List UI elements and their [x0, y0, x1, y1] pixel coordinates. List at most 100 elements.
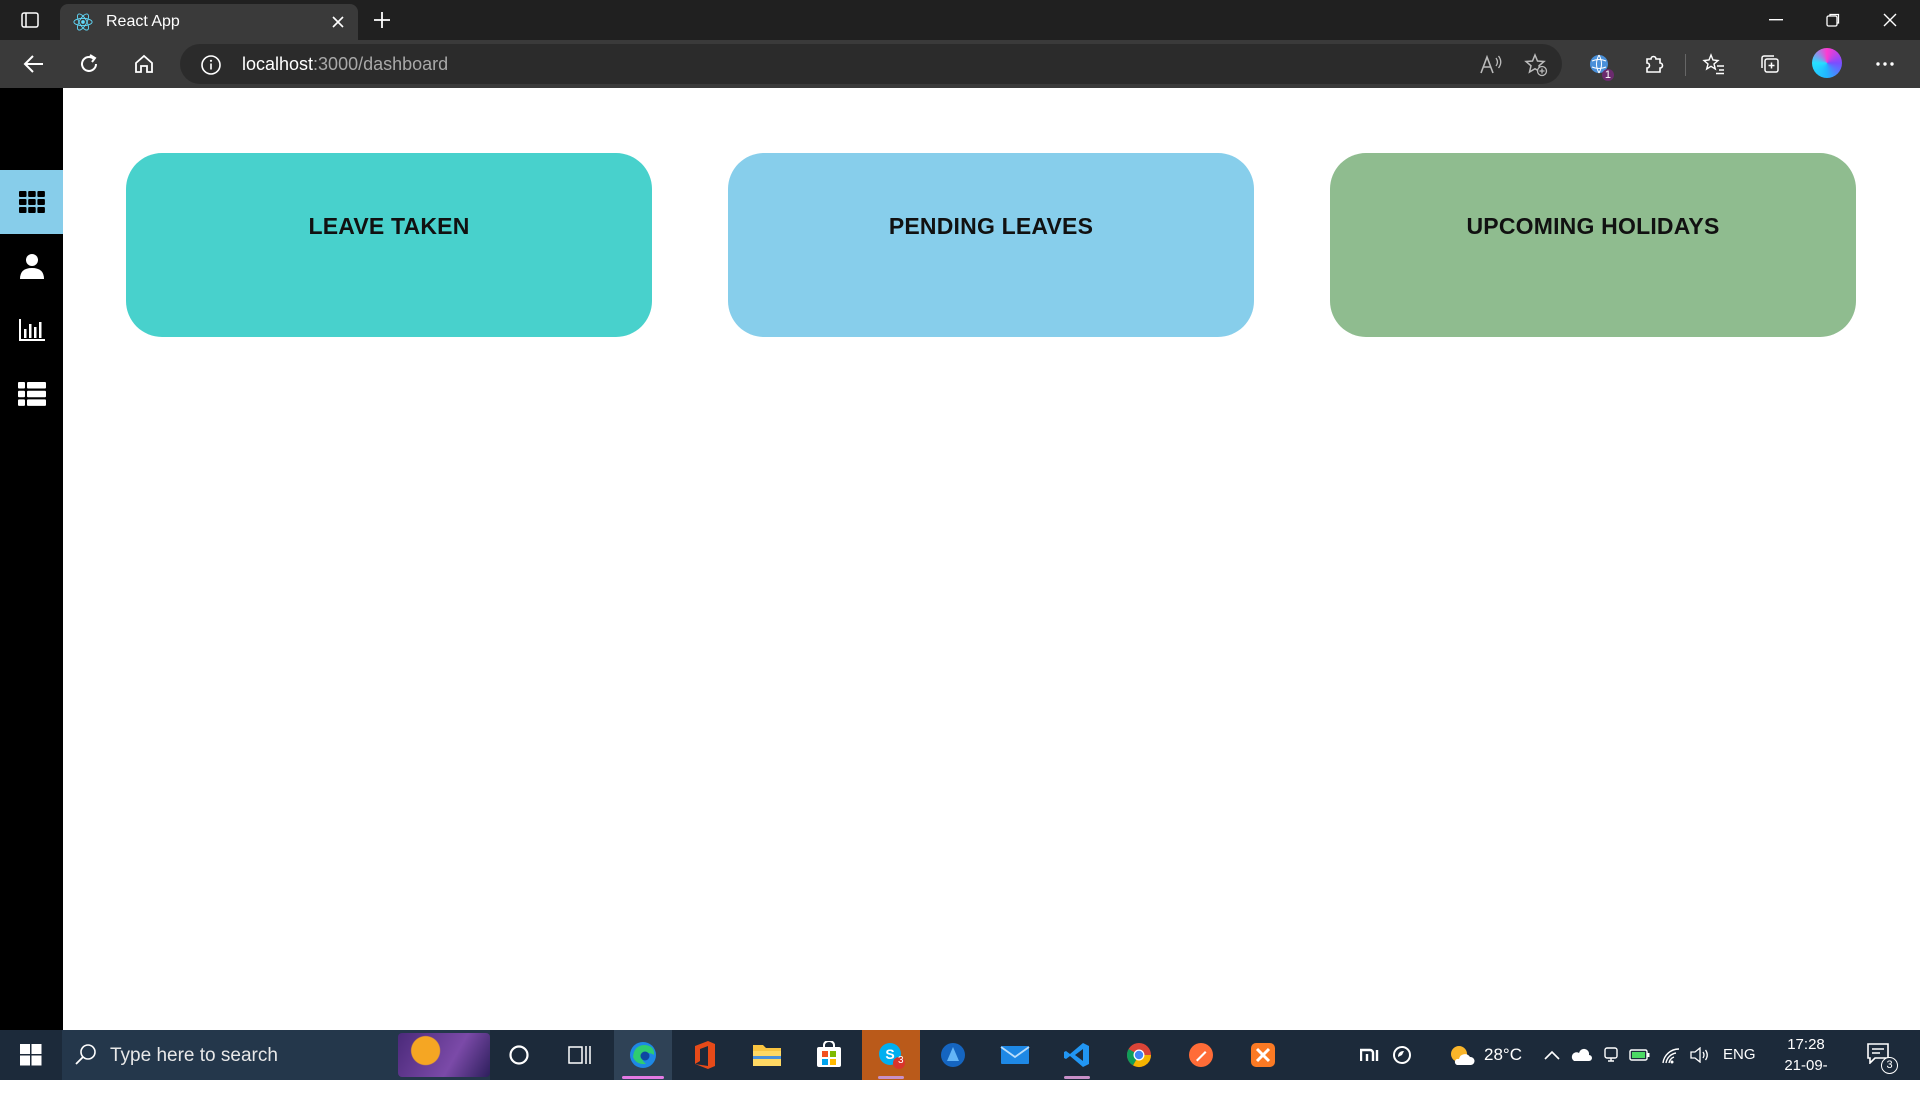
extension-button[interactable]: 1 [1584, 49, 1614, 81]
cortana-button[interactable] [490, 1030, 548, 1080]
start-button[interactable] [0, 1030, 62, 1080]
refresh-button[interactable] [71, 46, 107, 82]
xampp-taskbar-app[interactable] [1234, 1030, 1292, 1080]
azure-data-icon [941, 1043, 965, 1067]
vscode-icon [1064, 1043, 1089, 1067]
browser-titlebar: React App [0, 0, 1920, 40]
notification-count-badge: 3 [1881, 1057, 1898, 1074]
read-aloud-button[interactable] [1476, 50, 1506, 80]
system-clock[interactable]: 17:28 21-09-2022 [1768, 1034, 1844, 1097]
onedrive-icon[interactable] [1570, 1044, 1592, 1066]
home-icon [135, 54, 153, 73]
url-text[interactable]: localhost:3000/dashboard [242, 54, 448, 75]
office-icon [695, 1041, 715, 1069]
read-aloud-icon [1480, 54, 1502, 74]
new-tab-button[interactable] [368, 6, 396, 34]
browser-tab[interactable]: React App [60, 4, 358, 40]
url-path: :3000/dashboard [313, 54, 449, 74]
volume-icon[interactable] [1688, 1044, 1710, 1066]
sync-icon[interactable] [1391, 1044, 1413, 1066]
grid-icon [18, 191, 45, 213]
language-indicator[interactable]: ENG [1723, 1046, 1756, 1063]
postman-icon [1189, 1043, 1213, 1067]
collections-button[interactable] [1755, 49, 1785, 79]
sidebar [0, 88, 63, 1030]
card-title: PENDING LEAVES [888, 213, 1094, 239]
office-taskbar-app[interactable] [676, 1030, 734, 1080]
edge-taskbar-app[interactable] [614, 1030, 672, 1080]
favorites-list-icon [1702, 53, 1724, 75]
chrome-icon [1126, 1043, 1151, 1068]
home-button[interactable] [126, 46, 162, 82]
edge-icon [630, 1042, 656, 1068]
react-icon [72, 11, 94, 33]
dashboard-content: LEAVE TAKEN PENDING LEAVES UPCOMING HOLI… [63, 88, 1920, 1030]
favorites-button[interactable] [1699, 49, 1729, 79]
mi-icon[interactable] [1360, 1044, 1382, 1066]
card-title: UPCOMING HOLIDAYS [1466, 213, 1720, 239]
mail-taskbar-app[interactable] [986, 1030, 1044, 1080]
add-favorite-button[interactable] [1521, 50, 1551, 80]
more-dots-icon [1876, 62, 1894, 66]
notification-center-button[interactable]: 3 [1866, 1042, 1898, 1074]
vscode-taskbar-app[interactable] [1048, 1030, 1106, 1080]
profile-avatar[interactable] [1812, 48, 1842, 78]
tab-actions-button[interactable] [14, 8, 46, 32]
close-window-button[interactable] [1862, 0, 1918, 40]
file-explorer-taskbar-app[interactable] [738, 1030, 796, 1080]
cortana-icon [509, 1045, 529, 1065]
weather-temperature[interactable]: 28°C [1484, 1045, 1522, 1065]
mail-icon [1000, 1046, 1030, 1064]
skype-taskbar-app[interactable]: S 3 [862, 1030, 920, 1080]
task-view-button[interactable] [551, 1030, 609, 1080]
search-placeholder: Type here to search [110, 1045, 278, 1066]
postman-taskbar-app[interactable] [1172, 1030, 1230, 1080]
leave-taken-card[interactable]: LEAVE TAKEN [126, 153, 652, 337]
search-highlight-image[interactable] [398, 1033, 490, 1077]
back-arrow-icon [23, 55, 43, 73]
battery-icon[interactable] [1629, 1044, 1651, 1066]
chrome-taskbar-app[interactable] [1110, 1030, 1168, 1080]
meet-now-icon[interactable] [1600, 1044, 1622, 1066]
close-tab-button[interactable] [328, 12, 348, 32]
wifi-icon[interactable] [1660, 1044, 1682, 1066]
weather-icon[interactable] [1446, 1044, 1476, 1066]
extensions-button[interactable] [1639, 49, 1669, 79]
windows-logo-icon [20, 1044, 42, 1066]
refresh-icon [81, 54, 97, 72]
taskbar-search-box[interactable]: Type here to search [62, 1030, 490, 1080]
chart-icon [18, 319, 45, 341]
card-title: LEAVE TAKEN [308, 213, 470, 239]
azure-taskbar-app[interactable] [924, 1030, 982, 1080]
chevron-up-icon[interactable] [1541, 1044, 1563, 1066]
address-bar[interactable]: localhost:3000/dashboard [180, 44, 1562, 84]
sidebar-item-reports[interactable] [0, 298, 63, 362]
sidebar-item-dashboard[interactable] [0, 170, 63, 234]
microsoft-store-taskbar-app[interactable] [800, 1030, 858, 1080]
back-button[interactable] [16, 46, 52, 82]
xampp-icon [1251, 1043, 1275, 1067]
restore-button[interactable] [1805, 0, 1861, 40]
info-icon[interactable] [200, 54, 222, 76]
minimize-button[interactable] [1748, 0, 1804, 40]
folder-icon [753, 1045, 781, 1066]
sidebar-item-profile[interactable] [0, 234, 63, 298]
upcoming-holidays-card[interactable]: UPCOMING HOLIDAYS [1330, 153, 1856, 337]
sidebar-item-list[interactable] [0, 362, 63, 426]
clock-time: 17:28 [1787, 1036, 1825, 1053]
url-host: localhost [242, 54, 314, 74]
user-icon [19, 254, 44, 279]
close-icon [332, 16, 344, 28]
pending-leaves-card[interactable]: PENDING LEAVES [728, 153, 1254, 337]
svg-text:S: S [885, 1046, 894, 1062]
extension-badge: 1 [1601, 69, 1614, 81]
tab-actions-icon [21, 12, 39, 28]
minimize-icon [1769, 19, 1783, 21]
clock-date: 21-09-2022 [1784, 1057, 1828, 1095]
settings-more-button[interactable] [1870, 49, 1900, 79]
skype-badge: 3 [898, 1055, 904, 1066]
tab-title: React App [106, 13, 180, 30]
puzzle-icon [1646, 55, 1664, 73]
toolbar-separator [1685, 54, 1686, 76]
store-icon [817, 1041, 841, 1067]
